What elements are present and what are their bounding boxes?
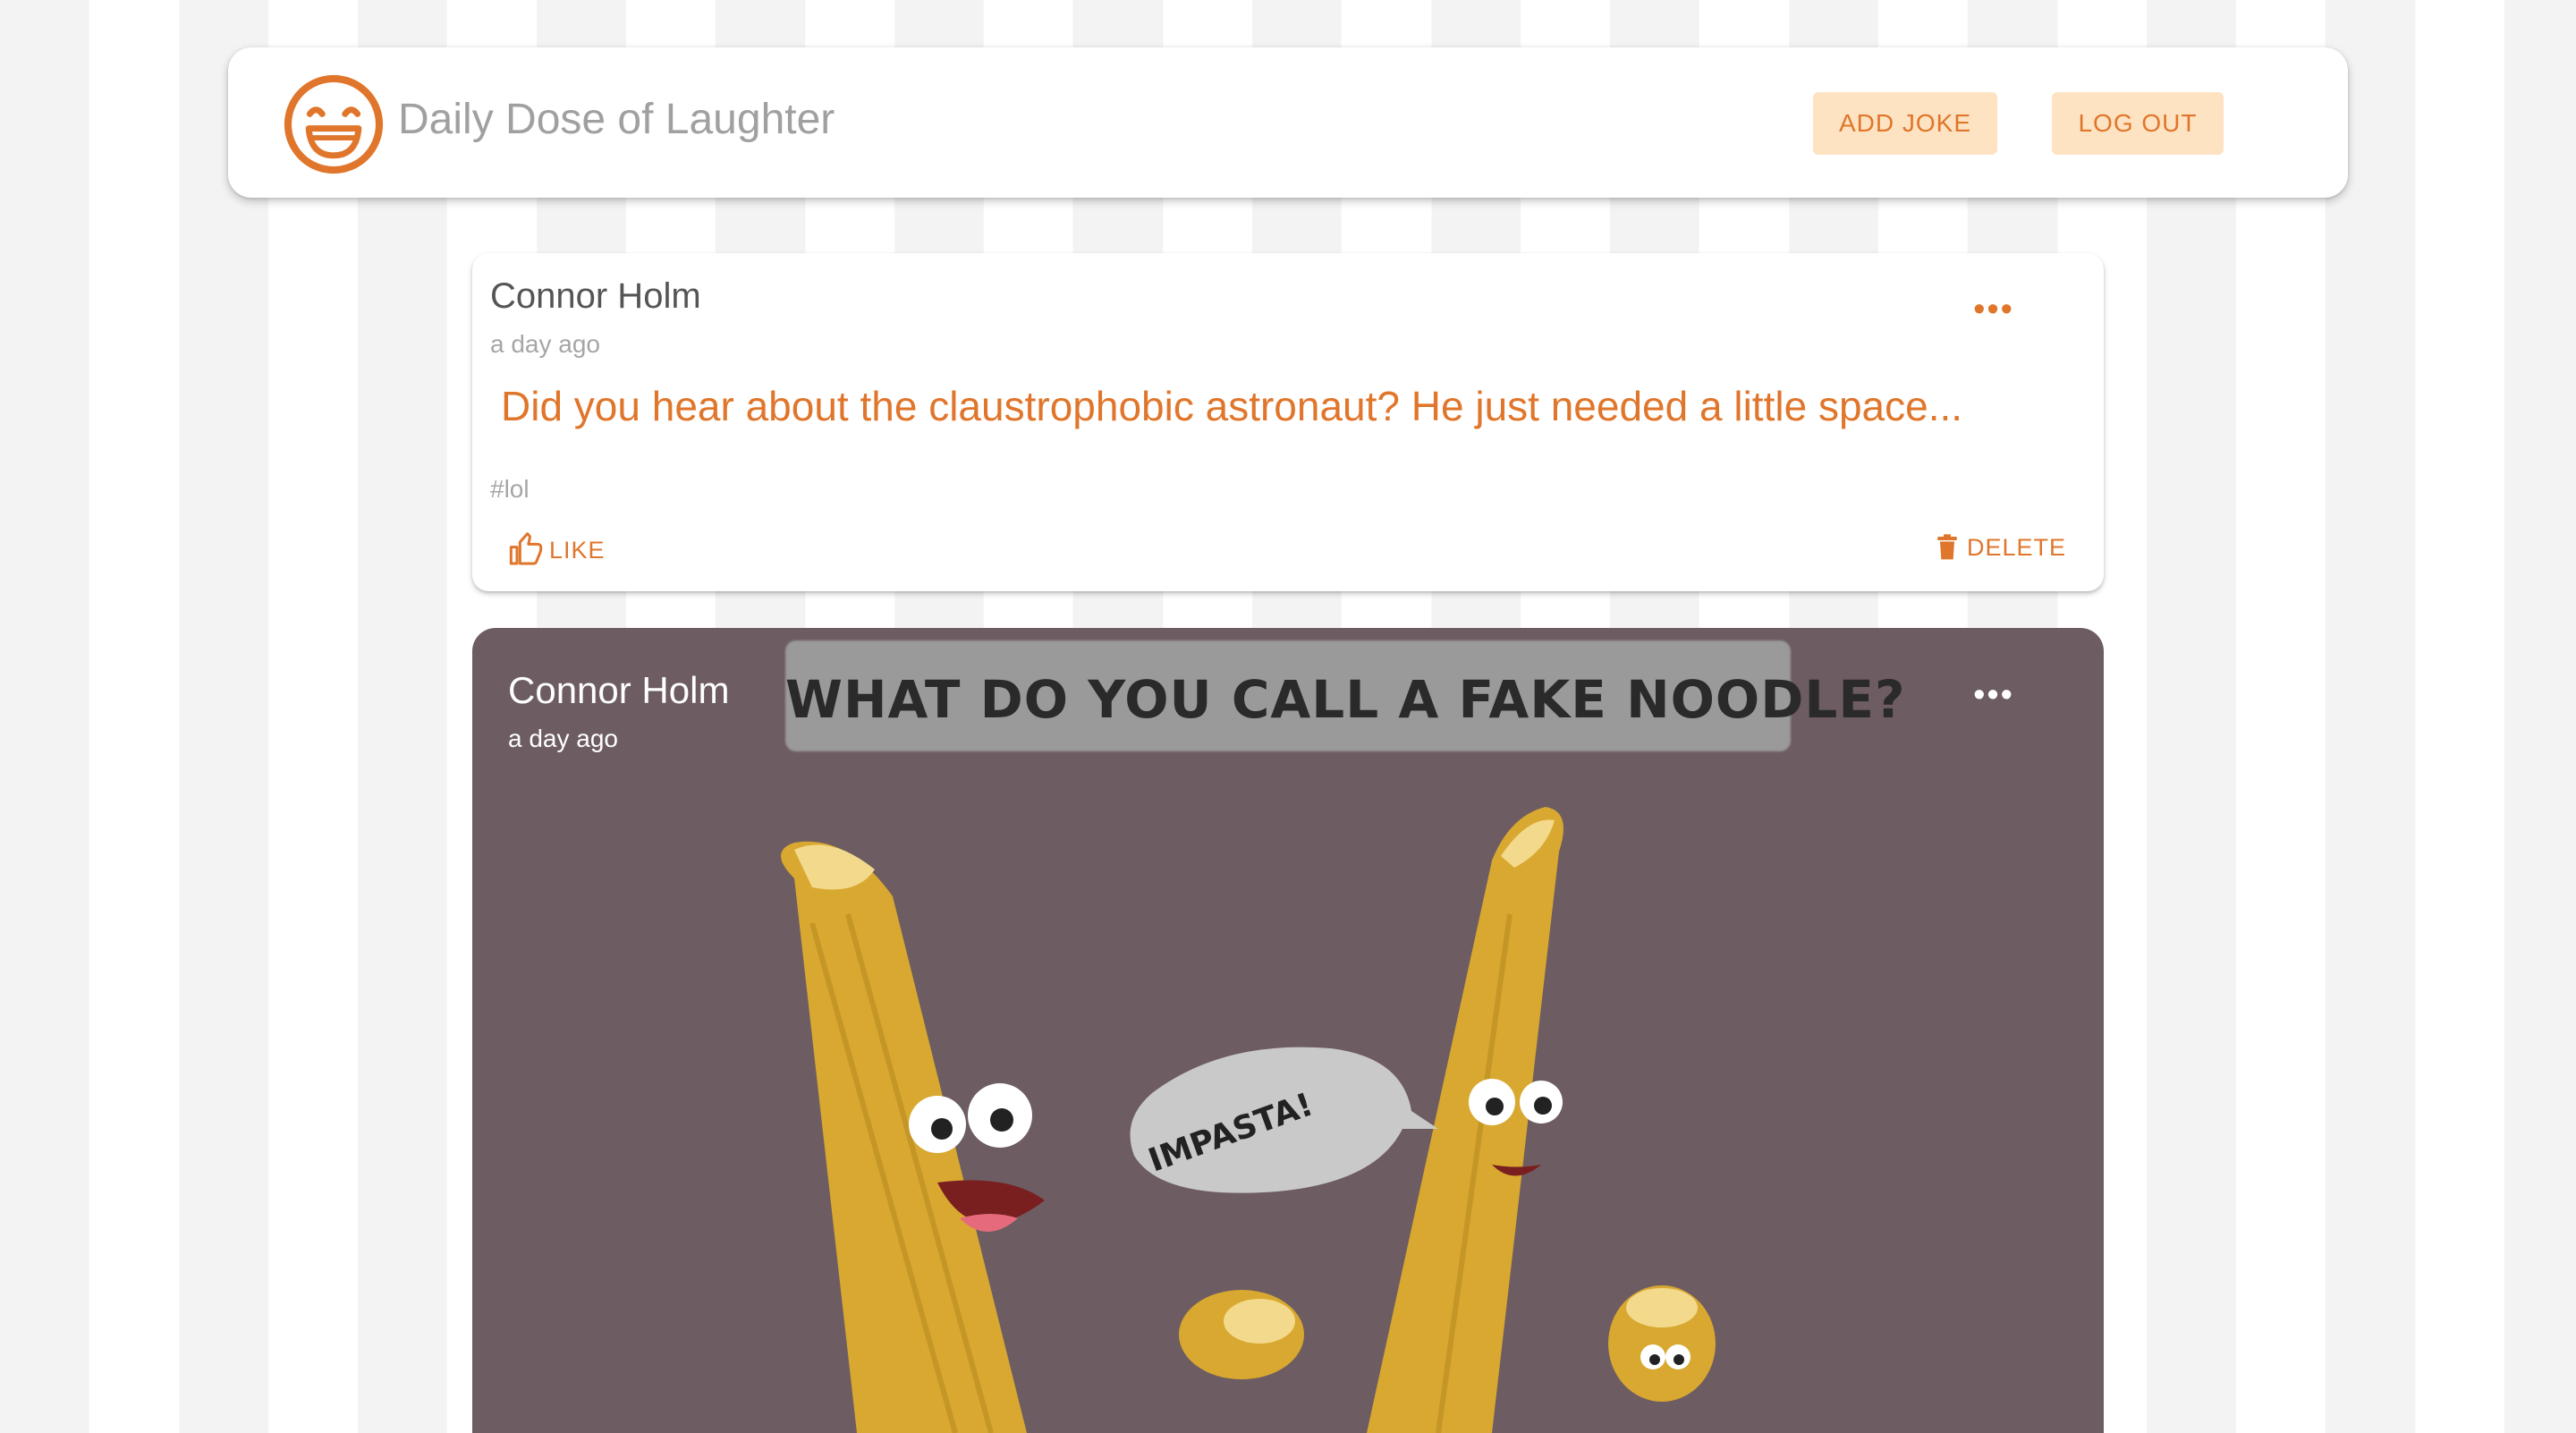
post-hashtag: #lol	[490, 475, 530, 503]
log-out-button[interactable]: LOG OUT	[2052, 92, 2224, 155]
delete-label: DELETE	[1966, 533, 2066, 561]
post-timestamp: a day ago	[490, 330, 600, 358]
thumbs-up-icon	[509, 532, 543, 565]
app-title: Daily Dose of Laughter	[398, 96, 835, 143]
post-author: Connor Holm	[490, 276, 701, 316]
add-joke-button[interactable]: ADD JOKE	[1813, 92, 1997, 155]
delete-button[interactable]: DELETE	[1933, 532, 2066, 563]
more-options-icon[interactable]: •••	[1973, 291, 2014, 329]
joke-text: Did you hear about the claustrophobic as…	[501, 383, 1963, 429]
post-author: Connor Holm	[508, 669, 730, 711]
post-timestamp: a day ago	[508, 725, 618, 752]
app-bar: Daily Dose of Laughter ADD JOKE LOG OUT	[228, 47, 2348, 198]
trash-icon	[1937, 534, 1957, 560]
like-label: LIKE	[549, 536, 606, 564]
meme-caption: WHAT DO YOU CALL A FAKE NOODLE?	[785, 669, 1906, 730]
like-button[interactable]: LIKE	[508, 532, 606, 568]
joke-card: Connor Holm a day ago ••• Did you hear a…	[472, 253, 2104, 591]
image-joke-card: WHAT DO YOU CALL A FAKE NOODLE? IMPASTA!…	[472, 628, 2104, 1433]
smiley-face-icon	[284, 74, 384, 174]
more-options-icon[interactable]: •••	[1973, 676, 2014, 715]
